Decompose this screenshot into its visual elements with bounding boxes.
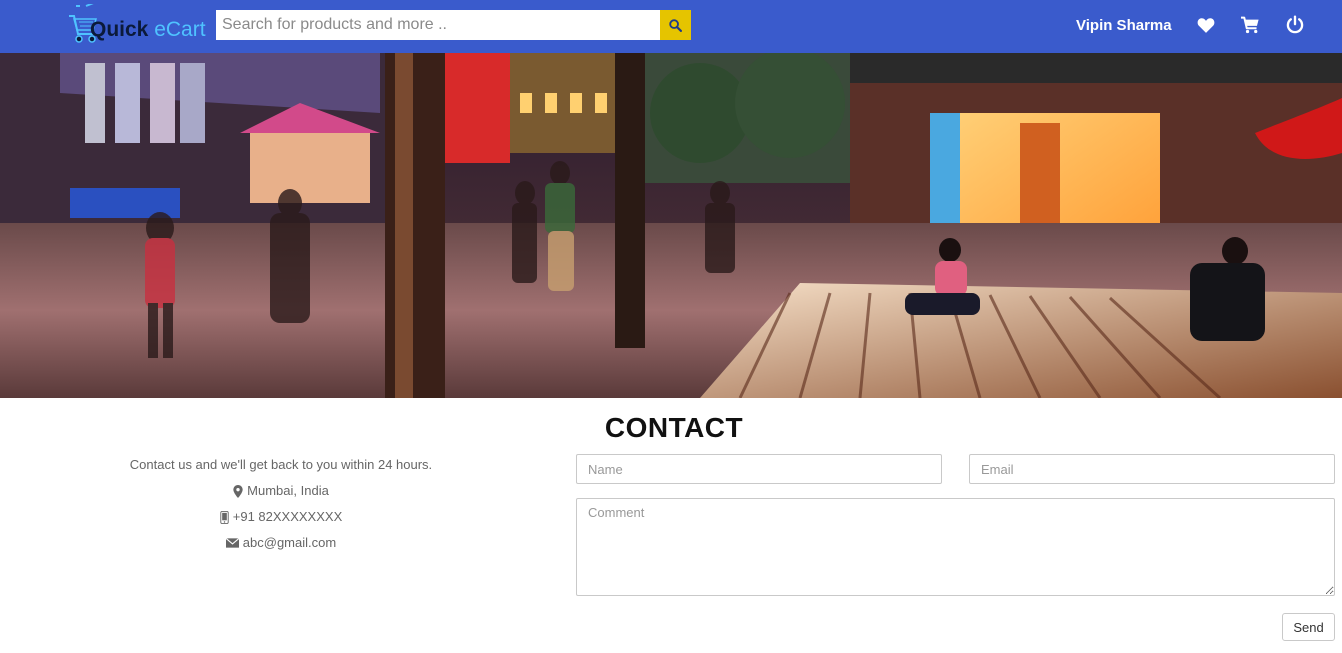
power-icon	[1286, 15, 1304, 34]
contact-intro: Contact us and we'll get back to you wit…	[60, 452, 502, 478]
top-navbar: Quick eCart Vipin Sharma	[0, 0, 1342, 53]
map-marker-icon	[233, 484, 243, 498]
comment-field[interactable]	[576, 498, 1335, 596]
hero-banner-image	[0, 53, 1342, 398]
contact-heading: CONTACT	[604, 412, 744, 443]
user-name-link[interactable]: Vipin Sharma	[1076, 17, 1172, 34]
banner-illustration	[0, 53, 1342, 398]
contact-phone: +91 82XXXXXXXX	[60, 504, 502, 530]
heart-icon	[1197, 18, 1215, 33]
contact-phone-text: +91 82XXXXXXXX	[232, 509, 343, 524]
site-logo[interactable]: Quick eCart	[66, 4, 206, 46]
logo-word-ecart: eCart	[148, 18, 206, 41]
send-button[interactable]: Send	[1282, 613, 1335, 641]
cart-icon	[1241, 16, 1259, 34]
contact-intro-text: Contact us and we'll get back to you wit…	[129, 457, 433, 472]
logout-button[interactable]	[1284, 14, 1306, 36]
search-button[interactable]	[660, 10, 691, 40]
contact-location-text: Mumbai, India	[247, 483, 329, 498]
logo-word-quick: Quick	[90, 18, 149, 41]
search-icon	[669, 18, 682, 32]
logo-text: Quick eCart	[90, 18, 206, 42]
phone-icon	[220, 510, 229, 524]
search-input[interactable]	[216, 10, 660, 40]
search-bar	[216, 10, 691, 40]
email-field[interactable]	[969, 454, 1335, 484]
envelope-icon	[225, 538, 239, 548]
cart-button[interactable]	[1239, 14, 1261, 36]
wishlist-button[interactable]	[1195, 14, 1217, 36]
contact-email: abc@gmail.com	[60, 530, 502, 556]
contact-info: Contact us and we'll get back to you wit…	[60, 452, 502, 556]
contact-location: Mumbai, India	[60, 478, 502, 504]
name-field[interactable]	[576, 454, 942, 484]
contact-email-text: abc@gmail.com	[242, 535, 337, 550]
